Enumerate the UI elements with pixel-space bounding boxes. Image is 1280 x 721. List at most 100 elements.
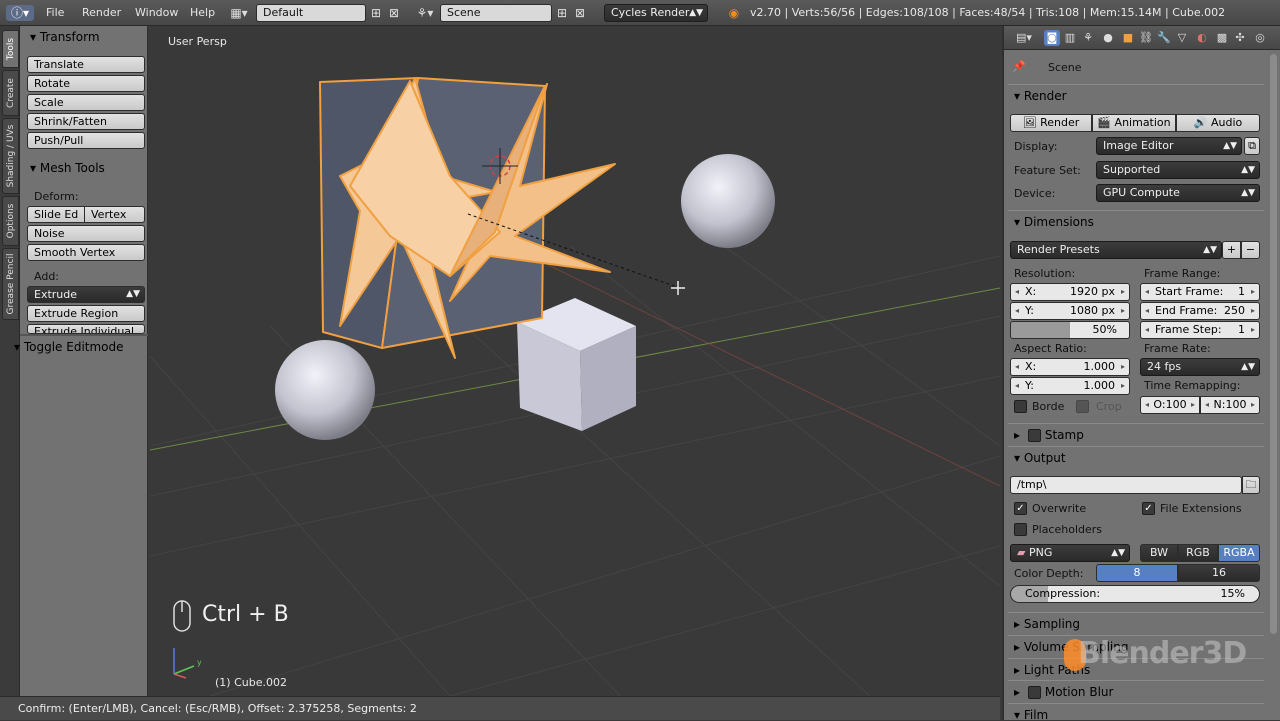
vertex-slide-button[interactable]: Vertex	[84, 206, 145, 223]
properties-scrollbar[interactable]	[1270, 54, 1277, 634]
device-select[interactable]: GPU Compute ▲▼	[1096, 184, 1260, 202]
render-panel-header[interactable]: ▾ Render	[1008, 84, 1264, 106]
bw-button[interactable]: BW	[1140, 544, 1178, 562]
stamp-checkbox[interactable]	[1027, 429, 1041, 442]
material-tab-icon[interactable]: ◐	[1194, 30, 1210, 46]
render-presets-select[interactable]: Render Presets ▲▼	[1010, 241, 1222, 259]
add-layout-icon[interactable]: ⊞	[368, 5, 384, 21]
depth-8-button[interactable]: 8	[1096, 564, 1178, 582]
resolution-x-field[interactable]: ◂ X: 1920 px ▸	[1010, 283, 1130, 301]
3d-viewport[interactable]: User Persp Ctrl + B y (1) Cube.002	[150, 26, 1000, 696]
modifiers-tab-icon[interactable]: 🔧	[1156, 30, 1172, 46]
info-editor-icon[interactable]: ⓘ▾	[6, 5, 34, 21]
particles-tab-icon[interactable]: ✣	[1232, 30, 1248, 46]
extrude-individual-button[interactable]: Extrude Individual	[27, 324, 145, 334]
motion-blur-checkbox[interactable]	[1027, 686, 1041, 699]
browse-folder-icon[interactable]: 🗀	[1242, 476, 1260, 494]
resolution-y-field[interactable]: ◂ Y: 1080 px ▸	[1010, 302, 1130, 320]
toggle-editmode-panel-header[interactable]: ▾ Toggle Editmode	[4, 337, 148, 357]
rgb-button[interactable]: RGB	[1178, 544, 1218, 562]
render-engine-select[interactable]: Cycles Render ▲▼	[604, 4, 708, 22]
stamp-panel-header[interactable]: ▸ Stamp	[1008, 423, 1264, 445]
add-preset-icon[interactable]: +	[1222, 241, 1241, 259]
display-select[interactable]: Image Editor ▲▼	[1096, 137, 1242, 155]
tab-grease-pencil[interactable]: Grease Pencil	[2, 248, 19, 320]
aspect-x-field[interactable]: ◂ X: 1.000 ▸	[1010, 358, 1130, 376]
object-tab-icon[interactable]: ■	[1120, 30, 1136, 46]
data-tab-icon[interactable]: ▽	[1174, 30, 1190, 46]
start-frame-field[interactable]: ◂ Start Frame: 1 ▸	[1140, 283, 1260, 301]
audio-button[interactable]: 🔊 Audio	[1176, 114, 1260, 132]
extrude-menu-button[interactable]: Extrude ▲▼	[27, 286, 145, 303]
transform-panel-header[interactable]: ▾ Transform	[20, 27, 148, 47]
menu-file[interactable]: File	[46, 0, 64, 26]
slide-edge-button[interactable]: Slide Ed	[27, 206, 85, 223]
start-value: 1	[1238, 285, 1245, 298]
remap-new-field[interactable]: ◂ N:100 ▸	[1200, 396, 1260, 414]
context-scene-label: Scene	[1048, 61, 1082, 74]
scene-tab-icon[interactable]: ⚘	[1080, 30, 1096, 46]
menu-window[interactable]: Window	[135, 0, 178, 26]
menu-render[interactable]: Render	[82, 0, 121, 26]
animation-button[interactable]: 🎬 Animation	[1092, 114, 1176, 132]
sampling-panel-header[interactable]: ▸ Sampling	[1008, 612, 1264, 634]
smooth-vertex-button[interactable]: Smooth Vertex	[27, 244, 145, 261]
shrink-fatten-button[interactable]: Shrink/Fatten	[27, 113, 145, 130]
overwrite-checkbox[interactable]: ✓	[1014, 502, 1027, 515]
file-extensions-checkbox[interactable]: ✓	[1142, 502, 1155, 515]
frame-step-field[interactable]: ◂ Frame Step: 1 ▸	[1140, 321, 1260, 339]
border-checkbox[interactable]	[1014, 400, 1027, 413]
film-panel-header[interactable]: ▾ Film	[1008, 703, 1264, 720]
file-format-select[interactable]: ▰ PNG ▲▼	[1010, 544, 1130, 562]
translate-button[interactable]: Translate	[27, 56, 145, 73]
rgba-button[interactable]: RGBA	[1218, 544, 1260, 562]
tab-options[interactable]: Options	[2, 196, 19, 246]
texture-tab-icon[interactable]: ▩	[1214, 30, 1230, 46]
world-tab-icon[interactable]: ●	[1100, 30, 1116, 46]
asp-x-key: X:	[1025, 360, 1037, 373]
output-path-field[interactable]: /tmp\	[1010, 476, 1242, 494]
tab-create[interactable]: Create	[2, 70, 19, 116]
feature-set-select[interactable]: Supported ▲▼	[1096, 161, 1260, 179]
push-pull-button[interactable]: Push/Pull	[27, 132, 145, 149]
extrude-region-button[interactable]: Extrude Region	[27, 305, 145, 322]
dimensions-panel-header[interactable]: ▾ Dimensions	[1008, 210, 1264, 232]
display-window-icon[interactable]: ⧉	[1244, 137, 1260, 155]
screen-layout-field[interactable]: Default	[256, 4, 366, 22]
menu-help[interactable]: Help	[190, 0, 215, 26]
resolution-percent-slider[interactable]: 50%	[1010, 321, 1130, 339]
frame-range-label: Frame Range:	[1144, 267, 1221, 280]
compression-slider[interactable]: Compression: 15%	[1010, 585, 1260, 603]
pin-icon[interactable]: 📌	[1012, 60, 1026, 73]
remap-old-field[interactable]: ◂ O:100 ▸	[1140, 396, 1200, 414]
aspect-y-field[interactable]: ◂ Y: 1.000 ▸	[1010, 377, 1130, 395]
add-scene-icon[interactable]: ⊞	[554, 5, 570, 21]
mesh-tools-panel-header[interactable]: ▾ Mesh Tools	[20, 158, 148, 178]
crop-checkbox[interactable]	[1076, 400, 1089, 413]
render-layers-tab-icon[interactable]: ▥	[1062, 30, 1078, 46]
add-label: Add:	[34, 270, 60, 283]
noise-button[interactable]: Noise	[27, 225, 145, 242]
remove-scene-icon[interactable]: ⊠	[572, 5, 588, 21]
constraints-tab-icon[interactable]: ⛓	[1138, 30, 1154, 46]
motion-blur-panel-header[interactable]: ▸ Motion Blur	[1008, 680, 1264, 702]
placeholders-checkbox[interactable]	[1014, 523, 1027, 536]
layout-grid-icon[interactable]: ▦▾	[226, 5, 252, 21]
tab-shading-uvs[interactable]: Shading / UVs	[2, 118, 19, 194]
scene-icon[interactable]: ⚘▾	[412, 5, 438, 21]
editor-type-icon[interactable]: ▤▾	[1010, 30, 1038, 46]
render-tab-icon[interactable]: ◙	[1044, 30, 1060, 46]
remove-preset-icon[interactable]: −	[1241, 241, 1260, 259]
physics-tab-icon[interactable]: ◎	[1252, 30, 1268, 46]
end-frame-field[interactable]: ◂ End Frame: 250 ▸	[1140, 302, 1260, 320]
rotate-button[interactable]: Rotate	[27, 75, 145, 92]
toggle-editmode-label: Toggle Editmode	[23, 340, 124, 354]
scale-button[interactable]: Scale	[27, 94, 145, 111]
tab-tools[interactable]: Tools	[2, 30, 19, 68]
frame-rate-select[interactable]: 24 fps ▲▼	[1140, 358, 1260, 376]
remove-layout-icon[interactable]: ⊠	[386, 5, 402, 21]
render-button[interactable]: 🖼 Render	[1010, 114, 1092, 132]
output-panel-header[interactable]: ▾ Output	[1008, 446, 1264, 468]
scene-field[interactable]: Scene	[440, 4, 552, 22]
depth-16-button[interactable]: 16	[1178, 564, 1260, 582]
